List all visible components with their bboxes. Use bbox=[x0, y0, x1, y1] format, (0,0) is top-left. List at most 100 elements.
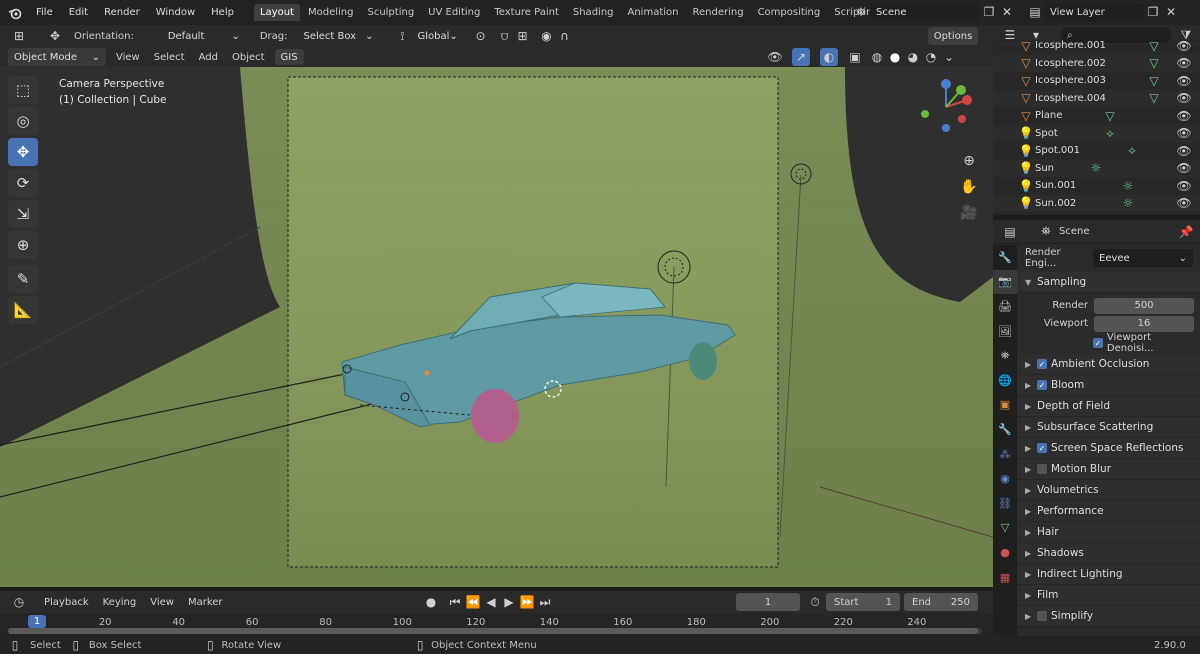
camera-view-icon[interactable]: 🎥 bbox=[960, 204, 978, 222]
wireframe-shading-icon[interactable]: ◍ bbox=[868, 48, 886, 66]
panel-header[interactable]: ▶ Volumetrics bbox=[1017, 480, 1200, 501]
menu-window[interactable]: Window bbox=[148, 7, 203, 18]
visibility-eye-icon[interactable]: 👁 bbox=[1175, 159, 1193, 177]
particles-tab-icon[interactable]: ⁂ bbox=[993, 442, 1017, 467]
viewport-samples-field[interactable]: 16 bbox=[1094, 315, 1194, 332]
tab-uv-editing[interactable]: UV Editing bbox=[422, 4, 486, 21]
shading-options-icon[interactable]: ⌄ bbox=[940, 48, 958, 66]
solid-shading-icon[interactable]: ● bbox=[886, 48, 904, 66]
stopwatch-icon[interactable]: ⏱ bbox=[806, 593, 824, 611]
outliner-row[interactable]: 💡 Sun ☼ 👁 bbox=[993, 159, 1200, 177]
render-samples-field[interactable]: 500 bbox=[1094, 297, 1194, 314]
menu-timeline-view[interactable]: View bbox=[150, 597, 174, 608]
rendered-shading-icon[interactable]: ◔ bbox=[922, 48, 940, 66]
panel-header[interactable]: ▶ Indirect Lighting bbox=[1017, 564, 1200, 585]
overlay-toggle-icon[interactable]: ◐ bbox=[820, 48, 838, 66]
tab-rendering[interactable]: Rendering bbox=[686, 4, 749, 21]
menu-marker[interactable]: Marker bbox=[188, 597, 223, 608]
texture-tab-icon[interactable]: ▦ bbox=[993, 565, 1017, 590]
falloff-icon[interactable]: ∩ bbox=[555, 27, 573, 45]
outliner-row[interactable]: ▽ Icosphere.001 ▽ 👁 bbox=[993, 37, 1200, 55]
visibility-eye-icon[interactable]: 👁 bbox=[1175, 37, 1193, 55]
checkbox-checked-icon[interactable]: ✓ bbox=[1037, 380, 1047, 390]
play-icon[interactable]: ▶ bbox=[500, 593, 518, 611]
mode-dropdown[interactable]: Object Mode ⌄ bbox=[8, 48, 106, 66]
object-tab-icon[interactable]: ▣ bbox=[993, 393, 1017, 418]
checkbox-checked-icon[interactable]: ✓ bbox=[1037, 443, 1047, 453]
tab-compositing[interactable]: Compositing bbox=[752, 4, 827, 21]
properties-type-icon[interactable]: ▤ bbox=[1001, 223, 1019, 241]
menu-help[interactable]: Help bbox=[203, 7, 242, 18]
visibility-eye-icon[interactable]: 👁 bbox=[1175, 72, 1193, 90]
outliner-row[interactable]: ▽ Icosphere.004 ▽ 👁 bbox=[993, 89, 1200, 107]
sampling-panel-header[interactable]: ▼ Sampling bbox=[1017, 272, 1200, 293]
outliner-row[interactable]: 💡 Spot.001 ⟡ 👁 bbox=[993, 142, 1200, 160]
measure-tool-icon[interactable]: 📐 bbox=[8, 296, 38, 324]
pivot-point-icon[interactable]: ⊙ bbox=[471, 27, 489, 45]
checkbox-checked-icon[interactable]: ✓ bbox=[1037, 359, 1047, 369]
timeline[interactable]: 1 20 40 60 80 100 120 140 160 180 200 220 240 bbox=[0, 613, 993, 636]
copy-view-layer-icon[interactable]: ❐ bbox=[1144, 3, 1162, 21]
visibility-eye-icon[interactable]: 👁 bbox=[1175, 107, 1193, 125]
end-frame-field[interactable]: End 250 bbox=[904, 593, 978, 611]
visibility-eye-icon[interactable]: 👁 bbox=[1175, 177, 1193, 195]
navigation-gizmo[interactable] bbox=[915, 76, 977, 138]
material-tab-icon[interactable]: ● bbox=[993, 540, 1017, 565]
proportional-edit-icon[interactable]: ◉ bbox=[537, 27, 555, 45]
physics-tab-icon[interactable]: ◉ bbox=[993, 466, 1017, 491]
menu-file[interactable]: File bbox=[28, 7, 61, 18]
drag-dropdown[interactable]: Select Box ⌄ bbox=[297, 27, 380, 45]
move-tool-icon[interactable]: ✥ bbox=[8, 138, 38, 166]
menu-render[interactable]: Render bbox=[96, 7, 148, 18]
outliner-row[interactable]: ▽ Icosphere.002 ▽ 👁 bbox=[993, 54, 1200, 72]
menu-keying[interactable]: Keying bbox=[103, 597, 137, 608]
copy-scene-icon[interactable]: ❐ bbox=[980, 3, 998, 21]
panel-header[interactable]: ▶ Hair bbox=[1017, 522, 1200, 543]
snap-target-icon[interactable]: ⊞ bbox=[513, 27, 531, 45]
menu-view[interactable]: View bbox=[116, 52, 140, 63]
tab-modeling[interactable]: Modeling bbox=[302, 4, 360, 21]
viewport-denoising-checkbox[interactable]: ✓ Viewport Denoisi... bbox=[1017, 332, 1200, 354]
render-tab-icon[interactable]: 📷 bbox=[993, 269, 1017, 295]
tab-layout[interactable]: Layout bbox=[253, 4, 300, 21]
data-tab-icon[interactable]: ▽ bbox=[993, 516, 1017, 541]
rotate-tool-icon[interactable]: ⟳ bbox=[8, 169, 38, 197]
visibility-icon[interactable]: 👁 bbox=[766, 48, 784, 66]
tool-tab-icon[interactable]: 🔧 bbox=[993, 245, 1017, 270]
menu-add[interactable]: Add bbox=[199, 52, 218, 63]
panel-header[interactable]: ▶ Performance bbox=[1017, 501, 1200, 522]
checkbox-unchecked-icon[interactable] bbox=[1037, 611, 1047, 621]
jump-end-icon[interactable]: ⏭ bbox=[536, 593, 554, 611]
3d-viewport[interactable]: Camera Perspective (1) Collection | Cube… bbox=[0, 67, 993, 587]
zoom-icon[interactable]: ⊕ bbox=[960, 152, 978, 170]
annotate-tool-icon[interactable]: ✎ bbox=[8, 265, 38, 293]
jump-start-icon[interactable]: ⏮ bbox=[446, 593, 464, 611]
view-layer-icon[interactable]: ▤ bbox=[1026, 3, 1044, 21]
outliner-row[interactable]: ▽ Icosphere.003 ▽ 👁 bbox=[993, 72, 1200, 90]
delete-scene-icon[interactable]: ✕ bbox=[998, 3, 1016, 21]
material-shading-icon[interactable]: ◕ bbox=[904, 48, 922, 66]
pin-icon[interactable]: 📌 bbox=[1177, 223, 1195, 241]
blender-logo-icon[interactable] bbox=[6, 4, 24, 22]
current-frame-field[interactable]: 1 bbox=[736, 593, 800, 611]
tab-texture-paint[interactable]: Texture Paint bbox=[488, 4, 565, 21]
pan-hand-icon[interactable]: ✋ bbox=[960, 178, 978, 196]
editor-type-icon[interactable]: ⊞ bbox=[10, 27, 28, 45]
visibility-eye-icon[interactable]: 👁 bbox=[1175, 194, 1193, 212]
outliner-row[interactable]: 💡 Sun.001 ☼ 👁 bbox=[993, 177, 1200, 195]
menu-gis[interactable]: GIS bbox=[274, 49, 304, 65]
visibility-eye-icon[interactable]: 👁 bbox=[1175, 54, 1193, 72]
panel-header[interactable]: ▶ Film bbox=[1017, 585, 1200, 606]
checkbox-unchecked-icon[interactable] bbox=[1037, 464, 1047, 474]
tab-shading[interactable]: Shading bbox=[567, 4, 620, 21]
view-layer-tab-icon[interactable]: 🖼 bbox=[993, 319, 1017, 344]
outliner-row[interactable]: 💡 Sun.002 ☼ 👁 bbox=[993, 194, 1200, 212]
panel-header[interactable]: ▶ ✓ Screen Space Reflections bbox=[1017, 438, 1200, 459]
panel-header[interactable]: ▶ Shadows bbox=[1017, 543, 1200, 564]
next-keyframe-icon[interactable]: ⏩ bbox=[518, 593, 536, 611]
world-tab-icon[interactable]: 🌐 bbox=[993, 368, 1017, 393]
outliner-row[interactable]: ▽ Plane ▽ 👁 bbox=[993, 107, 1200, 125]
start-frame-field[interactable]: Start 1 bbox=[826, 593, 900, 611]
constraints-tab-icon[interactable]: ⛓ bbox=[993, 491, 1017, 516]
render-engine-dropdown[interactable]: Eevee ⌄ bbox=[1093, 249, 1193, 267]
